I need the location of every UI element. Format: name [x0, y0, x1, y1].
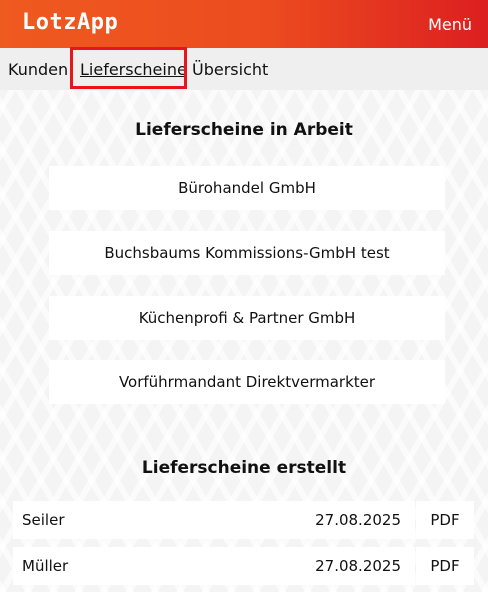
- created-row-name: Seiler: [22, 511, 65, 529]
- tab-uebersicht[interactable]: Übersicht: [192, 60, 268, 79]
- app-header: LotzApp Menü: [0, 0, 488, 48]
- pdf-button-seiler[interactable]: PDF: [416, 501, 474, 539]
- main-content: Lieferscheine in Arbeit Bürohandel GmbH …: [0, 90, 488, 592]
- created-row-seiler[interactable]: Seiler 27.08.2025: [13, 501, 415, 539]
- section-title-created: Lieferscheine erstellt: [141, 458, 347, 478]
- created-row-date: 27.08.2025: [315, 557, 401, 575]
- created-row-date: 27.08.2025: [315, 511, 401, 529]
- in-progress-item-kuechenprofi[interactable]: Küchenprofi & Partner GmbH: [49, 296, 445, 340]
- section-title-in-progress: Lieferscheine in Arbeit: [135, 120, 353, 140]
- tab-kunden[interactable]: Kunden: [8, 60, 68, 79]
- created-row-name: Müller: [22, 557, 69, 575]
- tab-bar: Kunden Lieferscheine Übersicht: [0, 48, 488, 90]
- tab-lieferscheine[interactable]: Lieferscheine: [80, 60, 187, 79]
- app-logo: LotzApp: [22, 10, 119, 35]
- created-row-mueller[interactable]: Müller 27.08.2025: [13, 547, 415, 585]
- in-progress-item-buerohandel[interactable]: Bürohandel GmbH: [49, 166, 445, 210]
- in-progress-item-vorfuehrmandant[interactable]: Vorführmandant Direktvermarkter: [49, 360, 445, 404]
- menu-button[interactable]: Menü: [428, 15, 472, 34]
- pdf-button-mueller[interactable]: PDF: [416, 547, 474, 585]
- in-progress-item-buchsbaums[interactable]: Buchsbaums Kommissions-GmbH test: [49, 231, 445, 275]
